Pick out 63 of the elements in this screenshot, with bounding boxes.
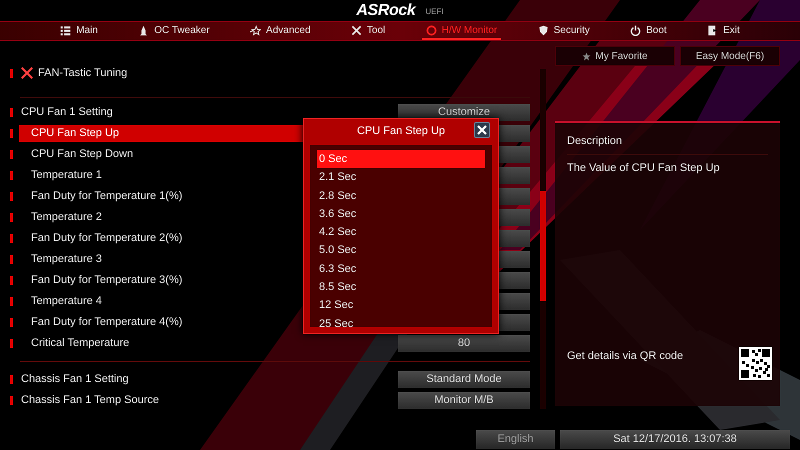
row-marker <box>10 192 13 201</box>
setting-item[interactable]: Critical Temperature <box>19 335 394 352</box>
nav-tab[interactable]: Exit <box>703 22 744 40</box>
option-item[interactable]: 6.3 Sec <box>317 260 485 278</box>
power-icon <box>630 24 642 36</box>
ring-icon <box>426 24 437 36</box>
description-heading: Description <box>567 134 624 149</box>
tools-icon <box>20 66 34 80</box>
row-marker <box>10 129 13 138</box>
option-item[interactable]: 3.6 Sec <box>317 204 485 224</box>
row-marker <box>10 150 13 159</box>
option-item[interactable]: 8.5 Sec <box>317 278 485 296</box>
option-item[interactable]: 4.2 Sec <box>317 223 485 242</box>
row-marker <box>10 68 13 78</box>
section-title: FAN-Tastic Tuning <box>38 66 128 81</box>
row-marker <box>10 234 13 243</box>
option-item[interactable]: 2.8 Sec <box>317 186 485 205</box>
nav-tab[interactable]: Advanced <box>246 22 315 40</box>
brand-suffix: UEFI <box>425 6 444 18</box>
star-icon <box>582 52 592 60</box>
row-marker <box>10 255 13 264</box>
cross-tools-icon <box>350 24 362 36</box>
close-button[interactable] <box>474 122 490 138</box>
favorite-button[interactable]: My Favorite <box>555 46 675 66</box>
value-field[interactable]: Standard Mode <box>398 371 530 388</box>
setting-item[interactable]: Chassis Fan 1 Setting <box>19 371 394 388</box>
option-item[interactable]: 25 Sec <box>317 314 485 333</box>
value-field[interactable]: Monitor M/B <box>398 392 530 409</box>
option-item[interactable]: 12 Sec <box>317 296 485 315</box>
easy-mode-button[interactable]: Easy Mode(F6) <box>680 46 780 66</box>
nav-tab[interactable]: OC Tweaker <box>134 22 214 40</box>
row-marker <box>10 339 13 348</box>
door-icon <box>707 24 718 36</box>
row-marker <box>10 276 13 285</box>
date-time: Sat 12/17/2016. 13:07:38 <box>560 430 790 448</box>
brand-logo: ASRock <box>356 2 416 20</box>
list-icon <box>60 24 72 36</box>
nav-tab[interactable]: Boot <box>626 22 671 40</box>
value-field[interactable]: 80 <box>398 335 530 352</box>
rocket-icon <box>138 24 150 36</box>
nav-tab[interactable]: Security <box>534 22 594 40</box>
row-marker <box>10 171 13 180</box>
shield-icon <box>538 24 549 36</box>
description-text: The Value of CPU Fan Step Up <box>567 161 721 176</box>
row-marker <box>10 108 13 117</box>
nav-tab[interactable]: Tool <box>346 22 390 40</box>
row-marker <box>10 213 13 222</box>
qr-code-icon <box>739 346 772 380</box>
row-marker <box>10 396 13 405</box>
option-item[interactable]: 2.1 Sec <box>317 168 485 187</box>
language-button[interactable]: English <box>476 430 555 448</box>
option-item[interactable]: 5.0 Sec <box>317 241 485 260</box>
option-item[interactable]: 0 Sec <box>317 150 485 168</box>
qr-hint: Get details via QR code <box>567 348 684 364</box>
scrollbar[interactable] <box>540 69 546 409</box>
nav-tab[interactable]: Main <box>56 22 102 40</box>
setting-item[interactable]: Chassis Fan 1 Temp Source <box>19 392 394 409</box>
setting-item[interactable]: CPU Fan 1 Setting <box>19 104 394 121</box>
row-marker <box>10 297 13 306</box>
star-icon <box>250 24 262 36</box>
row-marker <box>10 318 13 327</box>
nav-tab[interactable]: H/W Monitor <box>422 22 502 40</box>
row-marker <box>10 375 13 384</box>
